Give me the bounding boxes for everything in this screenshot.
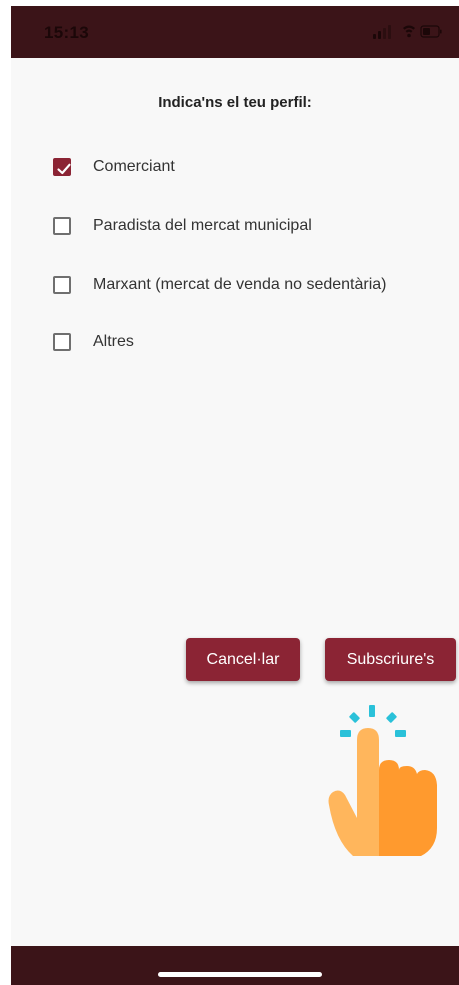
page-title: Indica'ns el teu perfil: xyxy=(158,94,312,111)
home-indicator[interactable] xyxy=(158,972,322,977)
option-paradista[interactable]: Paradista del mercat municipal xyxy=(53,214,312,238)
option-marxant[interactable]: Marxant (mercat de venda no sedentària) xyxy=(53,273,386,297)
checkbox-unchecked[interactable] xyxy=(53,217,71,235)
status-bar: 15:13 xyxy=(11,6,459,58)
battery-icon xyxy=(420,25,442,38)
option-label: Marxant (mercat de venda no sedentària) xyxy=(93,276,387,293)
wifi-icon xyxy=(403,25,415,38)
app-screen: 15:13 Indica'ns el teu perfil: Comercian… xyxy=(11,6,459,985)
option-label: Altres xyxy=(93,333,134,350)
option-label: Paradista del mercat municipal xyxy=(93,217,312,234)
option-comerciant[interactable]: Comerciant xyxy=(53,155,175,179)
checkbox-unchecked[interactable] xyxy=(53,276,71,294)
status-time: 15:13 xyxy=(44,23,89,42)
option-altres[interactable]: Altres xyxy=(53,330,134,354)
checkbox-unchecked[interactable] xyxy=(53,333,71,351)
bottom-bar xyxy=(11,946,459,985)
signal-icon xyxy=(373,25,391,39)
cancel-button[interactable]: Cancel·lar xyxy=(186,638,300,681)
checkmark-icon xyxy=(57,163,71,175)
status-icons xyxy=(373,25,442,39)
checkbox-checked[interactable] xyxy=(53,158,71,176)
tap-hand-icon xyxy=(328,705,437,856)
subscribe-button[interactable]: Subscriure's xyxy=(325,638,456,681)
option-label: Comerciant xyxy=(93,158,175,175)
